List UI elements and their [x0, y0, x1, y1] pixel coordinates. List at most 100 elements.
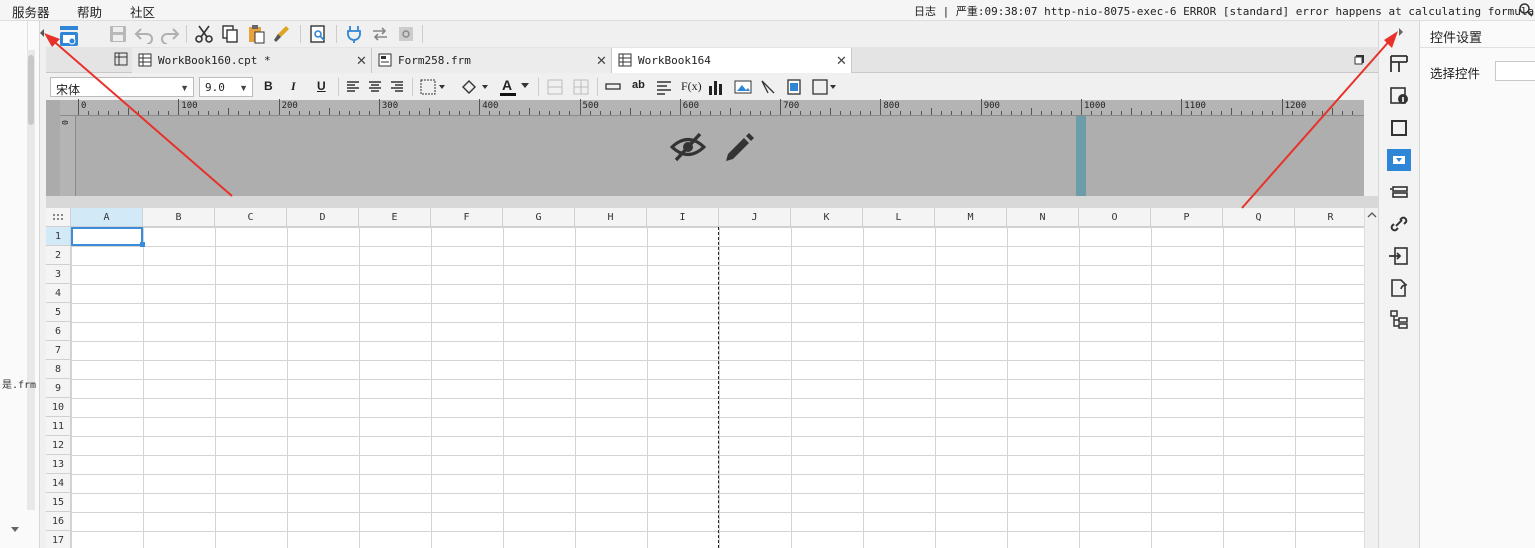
- paste-icon[interactable]: [246, 24, 266, 44]
- formula-button[interactable]: F(x): [681, 79, 702, 94]
- template-icon[interactable]: [56, 23, 82, 49]
- vertical-ruler: 0: [60, 116, 76, 196]
- ruler-major-tick: [579, 99, 581, 115]
- insert-element-icon[interactable]: [786, 79, 802, 95]
- fill-handle[interactable]: [140, 242, 145, 247]
- form-resize-handle[interactable]: [1076, 116, 1086, 196]
- border-icon[interactable]: [420, 79, 446, 95]
- paragraph-icon[interactable]: [656, 79, 672, 95]
- bold-button[interactable]: B: [264, 79, 273, 93]
- select-widget-field[interactable]: [1495, 61, 1535, 81]
- ruler-major-tick: [880, 99, 882, 115]
- tab-workbook164[interactable]: WorkBook164 ✕: [612, 48, 852, 73]
- widget-settings-icon[interactable]: [1387, 149, 1411, 171]
- tab-form258[interactable]: Form258.frm ✕: [372, 48, 612, 73]
- align-right-icon[interactable]: [390, 80, 404, 94]
- ruler-minor-tick: [429, 108, 431, 115]
- switch-icon[interactable]: [370, 24, 390, 44]
- hide-eye-icon[interactable]: [670, 130, 706, 164]
- scroll-down-icon[interactable]: [10, 525, 20, 533]
- ruler-major-tick: [78, 99, 79, 115]
- cut-icon[interactable]: [194, 24, 214, 44]
- pane-divider[interactable]: [46, 196, 1378, 208]
- ruler-minor-tick: [1221, 111, 1223, 115]
- unmerge-cells-icon[interactable]: [573, 79, 589, 95]
- ruler-minor-tick: [699, 111, 701, 115]
- chevron-down-icon: ▼: [239, 83, 248, 93]
- text-widget-button[interactable]: ab: [632, 79, 645, 91]
- tab-workbook160[interactable]: WorkBook160.cpt * ✕: [132, 48, 372, 73]
- italic-button[interactable]: I: [291, 79, 296, 94]
- slash-icon[interactable]: [760, 79, 776, 95]
- image-icon[interactable]: [734, 79, 752, 95]
- spreadsheet-grid[interactable]: ABCDEFGHIJKLMNOPQR 1 2 3 4 5 6 7 8 9 10 11 12 13 14 15…: [46, 208, 1367, 548]
- ruler-minor-tick: [1241, 111, 1243, 115]
- text-color-button[interactable]: A: [500, 77, 532, 96]
- ruler-minor-tick: [158, 111, 160, 115]
- fill-color-icon[interactable]: [460, 79, 490, 95]
- grid-layout-icon[interactable]: [114, 52, 128, 66]
- format-painter-icon[interactable]: [272, 24, 292, 44]
- ruler-minor-tick: [308, 111, 310, 115]
- menu-server[interactable]: 服务器: [12, 2, 50, 21]
- save-icon[interactable]: [108, 24, 128, 44]
- menu-community[interactable]: 社区: [130, 2, 155, 21]
- cell-attribute-icon[interactable]: [1387, 53, 1411, 75]
- close-icon[interactable]: ✕: [596, 53, 607, 69]
- ruler-minor-tick: [1151, 111, 1153, 115]
- edit-pencil-icon[interactable]: [722, 130, 754, 164]
- underline-button[interactable]: U: [317, 79, 326, 93]
- preview-icon[interactable]: [308, 24, 328, 44]
- close-icon[interactable]: ✕: [356, 53, 367, 69]
- form-body-area[interactable]: [76, 116, 1364, 196]
- ruler-minor-tick: [790, 111, 792, 115]
- search-replace-icon[interactable]: [396, 24, 416, 44]
- ruler-minor-tick: [970, 111, 972, 115]
- text-field-icon[interactable]: [605, 82, 621, 92]
- ruler-minor-tick: [990, 111, 992, 115]
- ruler-minor-tick: [609, 111, 611, 115]
- page-break-line: [718, 227, 719, 548]
- undo-icon[interactable]: [134, 24, 154, 44]
- tree-structure-icon[interactable]: [1387, 309, 1411, 331]
- log-status-text[interactable]: 日志 | 严重:09:38:07 http-nio-8075-exec-6 ER…: [914, 3, 1535, 19]
- plugin-icon[interactable]: [344, 24, 364, 44]
- ruler-minor-tick: [268, 111, 270, 115]
- active-cell[interactable]: [71, 227, 143, 246]
- left-scrollbar-thumb[interactable]: [28, 55, 34, 125]
- condition-attribute-icon[interactable]: [1387, 181, 1411, 203]
- chevron-up-icon[interactable]: [1367, 212, 1377, 218]
- merge-cells-icon[interactable]: [547, 79, 563, 95]
- collapse-left-icon[interactable]: [38, 28, 46, 38]
- redo-icon[interactable]: [160, 24, 180, 44]
- ruler-minor-tick: [459, 111, 461, 115]
- collapse-right-icon[interactable]: [1397, 27, 1405, 37]
- maximize-icon[interactable]: [1354, 54, 1366, 66]
- align-center-icon[interactable]: [368, 80, 382, 94]
- tree-item-label[interactable]: 是.frm: [2, 376, 36, 391]
- font-family-select[interactable]: 宋体 ▼: [50, 77, 194, 97]
- menu-help[interactable]: 帮助: [77, 2, 102, 21]
- ruler-minor-tick: [890, 111, 892, 115]
- close-icon[interactable]: ✕: [836, 53, 847, 69]
- grid-vertical-scrollbar[interactable]: [1364, 208, 1378, 548]
- font-size-select[interactable]: 9.0 ▼: [199, 77, 253, 97]
- ruler-minor-tick: [509, 111, 511, 115]
- cell-element-icon[interactable]: [812, 79, 838, 95]
- align-left-icon[interactable]: [346, 80, 360, 94]
- ruler-minor-tick: [188, 111, 190, 115]
- bar-chart-icon[interactable]: [708, 79, 724, 95]
- cell-info-icon[interactable]: [1387, 85, 1411, 107]
- search-icon[interactable]: [1518, 2, 1534, 18]
- ruler-minor-tick: [750, 111, 751, 115]
- report-fill-icon[interactable]: [1387, 277, 1411, 299]
- hyperlink-icon[interactable]: [1387, 213, 1411, 235]
- border-square-icon[interactable]: [1387, 117, 1411, 139]
- ruler-minor-tick: [338, 111, 340, 115]
- data-entry-icon[interactable]: [1387, 245, 1411, 267]
- ruler-major-tick: [278, 99, 280, 115]
- copy-icon[interactable]: [220, 24, 240, 44]
- ruler-minor-tick: [719, 111, 721, 115]
- ruler-minor-tick: [1291, 111, 1293, 115]
- ruler-minor-tick: [910, 111, 912, 115]
